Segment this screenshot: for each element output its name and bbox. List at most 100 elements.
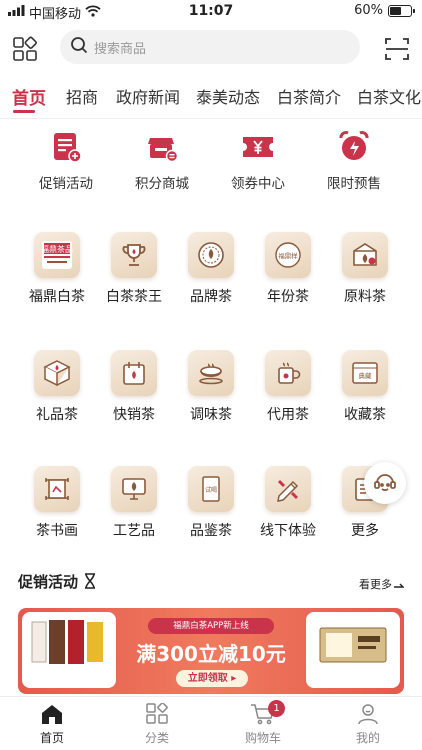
home-icon	[42, 705, 62, 724]
category-item[interactable]: 工艺品	[94, 466, 174, 540]
category-item[interactable]: 代用茶	[248, 350, 328, 424]
category-logo-text: 典藏	[359, 371, 373, 380]
category-item[interactable]: 品牌茶	[171, 232, 251, 306]
promo-label: 促销活动	[39, 176, 93, 192]
category-label: 礼品茶	[36, 407, 78, 423]
nav-label: 首页	[39, 731, 64, 745]
category-item[interactable]: 典藏 收藏茶	[325, 350, 405, 424]
banner-product-right: 金装白毫银针159.9元	[306, 612, 400, 688]
raw-tea-box-icon	[342, 232, 388, 278]
nav-cart[interactable]: 1 购物车	[223, 700, 303, 746]
category-item[interactable]: 福鼎样 年份茶	[248, 232, 328, 306]
battery-percent: 60%	[354, 3, 383, 18]
category-item[interactable]: 白茶茶王	[94, 232, 174, 306]
battery-fill	[390, 6, 401, 15]
promo-section-header: 促销活动 看更多	[0, 566, 422, 596]
cart-badge: 1	[268, 700, 285, 717]
promo-label: 积分商城	[135, 176, 189, 192]
category-item[interactable]: 茶书画	[17, 466, 97, 540]
category-item[interactable]: 调味茶	[171, 350, 251, 424]
category-label: 工艺品	[113, 523, 155, 539]
mug-icon	[265, 350, 311, 396]
promo-shortcuts: 促销活动 积分商城 领券中心 限时预售	[0, 130, 422, 200]
category-icon	[146, 703, 168, 724]
banner-left-caption: 4款品鉴装69领取	[39, 674, 99, 683]
banner-right-caption: 金装白毫银针159.9元	[316, 674, 390, 683]
nav-profile[interactable]: 我的	[328, 703, 408, 746]
category-label: 年份茶	[267, 289, 309, 305]
category-logo-text: 福鼎样	[278, 251, 298, 260]
claim-now-button[interactable]: 立即领取 ▸	[176, 670, 248, 687]
status-bar: 中国移动 11:07 60%	[0, 0, 422, 24]
banner-headline: 满300立减10元	[136, 642, 286, 666]
collection-box-icon: 典藏	[342, 350, 388, 396]
category-label: 福鼎白茶	[29, 289, 85, 305]
promo-item-sales[interactable]: 促销活动	[18, 130, 114, 192]
category-label: 快销茶	[113, 407, 155, 423]
category-label: 品鉴茶	[190, 523, 232, 539]
points-shop-icon	[148, 138, 179, 163]
scroll-painting-icon	[34, 466, 80, 512]
nav-category[interactable]: 分类	[117, 703, 197, 746]
banner-product-left: 4款品鉴装69领取	[22, 612, 116, 688]
tab-government-news[interactable]: 政府新闻	[116, 84, 180, 108]
promo-item-presale[interactable]: 限时预售	[306, 130, 402, 192]
category-label: 收藏茶	[344, 407, 386, 423]
tab-home[interactable]: 首页	[12, 84, 46, 109]
scan-icon[interactable]	[384, 36, 410, 62]
bottom-nav: 首页 分类 1 购物车 我的	[0, 696, 422, 750]
pencil-ruler-icon	[265, 466, 311, 512]
category-item[interactable]: 福鼎茶品 福鼎白茶	[17, 232, 97, 306]
category-label: 茶书画	[36, 523, 78, 539]
apps-grid-icon[interactable]	[12, 36, 38, 62]
nav-label: 分类	[144, 731, 169, 745]
calendar-box-icon	[111, 350, 157, 396]
category-label: 代用茶	[267, 407, 309, 423]
nav-label: 购物车	[244, 731, 281, 745]
tab-white-tea-culture[interactable]: 白茶文化	[357, 84, 421, 108]
banner-center: 福鼎白茶APP新上线 满300立减10元 立即领取 ▸	[120, 608, 302, 694]
search-input[interactable]: 搜索商品	[60, 30, 360, 64]
promo-banner[interactable]: 4款品鉴装69领取 福鼎白茶APP新上线 满300立减10元 立即领取 ▸ 金装…	[18, 608, 404, 694]
search-icon	[70, 36, 88, 58]
tea-cake-icon	[188, 232, 234, 278]
category-label: 线下体验	[260, 523, 316, 539]
tab-investment[interactable]: 招商	[66, 84, 98, 108]
banner-tag: 福鼎白茶APP新上线	[148, 618, 274, 634]
category-label: 品牌茶	[190, 289, 232, 305]
category-item[interactable]: 礼品茶	[17, 350, 97, 424]
tea-cup-icon	[188, 350, 234, 396]
category-item[interactable]: 快销茶	[94, 350, 174, 424]
category-label: 白茶茶王	[106, 289, 162, 305]
arrow-corner-icon	[394, 583, 404, 588]
category-item[interactable]: 试喝 品鉴茶	[171, 466, 251, 540]
search-placeholder: 搜索商品	[94, 41, 147, 57]
tasting-box-icon: 试喝	[188, 466, 234, 512]
profile-icon	[358, 704, 378, 725]
nav-label: 我的	[355, 731, 380, 745]
monitor-leaf-icon	[111, 466, 157, 512]
category-logo-text: 试喝	[205, 486, 217, 494]
tab-taimei-news[interactable]: 泰美动态	[196, 84, 260, 108]
news-tabs: 首页 招商 政府新闻 泰美动态 白茶简介 白茶文化	[0, 80, 422, 114]
category-logo-text: 福鼎茶品	[41, 244, 73, 254]
customer-service-button[interactable]	[364, 462, 406, 504]
promo-label: 限时预售	[327, 176, 381, 192]
trophy-icon	[111, 232, 157, 278]
customer-service-icon	[374, 474, 396, 492]
category-label: 更多	[351, 523, 379, 539]
nav-home[interactable]: 首页	[12, 703, 92, 746]
category-item[interactable]: 原料茶	[325, 232, 405, 306]
alarm-clock-icon	[339, 131, 369, 160]
tab-white-tea-intro[interactable]: 白茶简介	[277, 84, 341, 108]
see-more-link[interactable]: 看更多	[359, 576, 404, 592]
battery-icon	[388, 4, 415, 17]
ticket-yen-icon	[243, 137, 273, 157]
promo-item-points[interactable]: 积分商城	[114, 130, 210, 192]
promo-label: 领券中心	[231, 176, 285, 192]
promo-item-coupons[interactable]: 领券中心	[210, 130, 306, 192]
category-label: 原料茶	[344, 289, 386, 305]
category-label: 调味茶	[190, 407, 232, 423]
category-item[interactable]: 线下体验	[248, 466, 328, 540]
banner-cta-label: 立即领取	[187, 673, 228, 684]
